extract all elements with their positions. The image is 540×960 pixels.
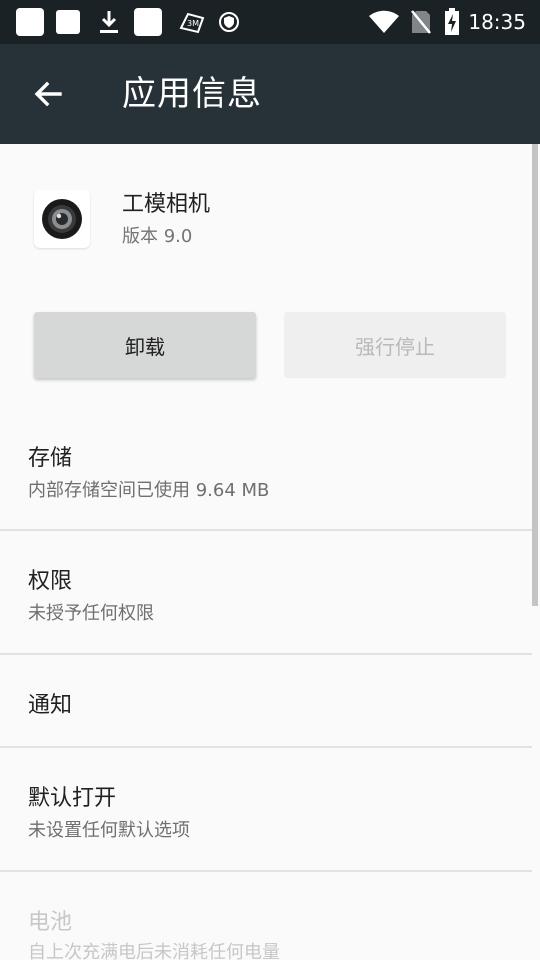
item-title: 存储 (28, 446, 73, 471)
app-badge-icon: 3M (178, 10, 206, 34)
system-status-icons: 18:35 (368, 8, 526, 36)
download-icon (98, 9, 120, 35)
notification-icons: 3M (16, 8, 240, 36)
list-item-permissions[interactable]: 权限 未授予任何权限 (0, 531, 530, 653)
arrow-left-icon[interactable] (30, 76, 66, 112)
item-subtitle: 未授予任何权限 (28, 603, 154, 624)
list-item-storage[interactable]: 存储 内部存储空间已使用 9.64 MB (0, 420, 530, 530)
list-item-battery: 电池 自上次充满电后未消耗任何电量 (0, 872, 530, 960)
status-bar: 3M 18:35 (0, 0, 540, 44)
shield-icon (218, 11, 240, 33)
notification-square-icon (16, 8, 44, 36)
svg-text:3M: 3M (187, 19, 199, 28)
item-title: 默认打开 (28, 786, 117, 811)
item-subtitle: 内部存储空间已使用 9.64 MB (28, 480, 270, 501)
notification-square-icon (56, 10, 80, 34)
item-title: 权限 (28, 569, 73, 594)
list-item-open-by-default[interactable]: 默认打开 未设置任何默认选项 (0, 748, 530, 870)
item-title: 电池 (28, 910, 73, 935)
item-title: 通知 (28, 693, 73, 718)
list-item-notifications[interactable]: 通知 (0, 655, 530, 747)
app-version: 版本 9.0 (122, 226, 193, 247)
notification-square-icon (134, 8, 162, 36)
scrollbar[interactable] (532, 144, 538, 606)
app-bar: 应用信息 (0, 44, 540, 144)
battery-charging-icon (444, 8, 460, 36)
camera-lens-icon (34, 190, 90, 248)
item-subtitle: 未设置任何默认选项 (28, 820, 190, 841)
no-sim-icon (410, 9, 432, 35)
app-info-content[interactable]: 工模相机 版本 9.0 卸载 强行停止 存储 内部存储空间已使用 9.64 MB… (0, 144, 540, 960)
item-subtitle: 自上次充满电后未消耗任何电量 (28, 942, 280, 960)
force-stop-button[interactable]: 强行停止 (284, 312, 506, 378)
uninstall-button[interactable]: 卸载 (34, 312, 256, 378)
wifi-icon (368, 10, 400, 34)
app-name: 工模相机 (122, 192, 211, 217)
status-time: 18:35 (468, 10, 526, 34)
page-title: 应用信息 (122, 74, 262, 114)
